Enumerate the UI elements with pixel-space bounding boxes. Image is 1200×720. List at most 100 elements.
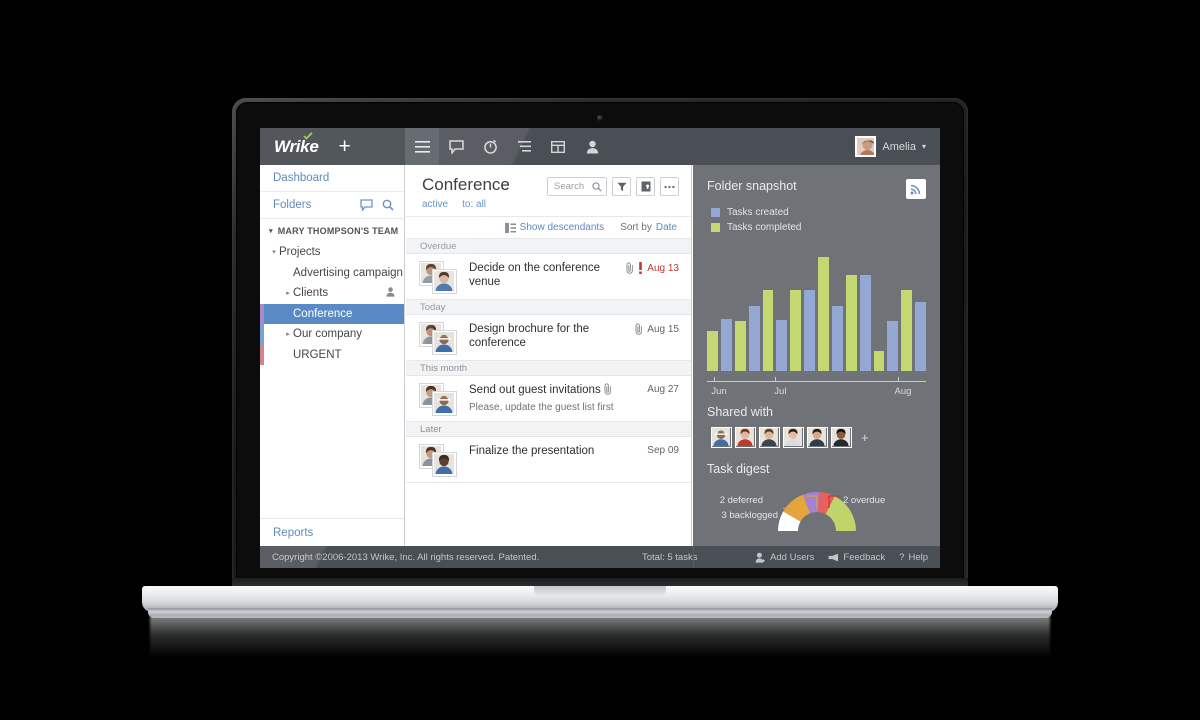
sidebar-item-reports[interactable]: Reports bbox=[260, 518, 404, 546]
avatar[interactable] bbox=[735, 427, 756, 448]
add-button[interactable]: + bbox=[339, 136, 351, 157]
menu-icon[interactable] bbox=[405, 128, 439, 165]
gantt-icon[interactable] bbox=[507, 128, 541, 165]
sidebar-item-conference[interactable]: Conference bbox=[260, 303, 404, 324]
axis-tick bbox=[774, 377, 776, 382]
legend-swatch bbox=[711, 223, 720, 232]
task-group-header: Overdue bbox=[406, 239, 691, 254]
disclosure-icon[interactable]: ▸ bbox=[283, 289, 293, 297]
chevron-down-icon: ▾ bbox=[269, 227, 273, 235]
logo-zone: Wrike + bbox=[260, 128, 405, 165]
sidebar-item-advertising-campaign[interactable]: Advertising campaign bbox=[260, 263, 404, 284]
chart-bar-completed bbox=[790, 289, 802, 371]
chart-legend: Tasks created Tasks completed bbox=[693, 199, 940, 233]
task-title: Send out guest invitations bbox=[469, 383, 647, 399]
rss-icon[interactable] bbox=[906, 179, 926, 199]
attachment-icon bbox=[604, 383, 611, 395]
shared-user-icon bbox=[386, 287, 395, 300]
sidebar-item-label: Conference bbox=[293, 307, 353, 320]
task-row[interactable]: Finalize the presentation Sep 09 bbox=[406, 437, 691, 483]
webcam bbox=[597, 115, 603, 121]
sort-by-value[interactable]: Date bbox=[656, 222, 677, 233]
laptop-scene: Wrike + Amelia ▾ Dashboard Folders ▾ MAR… bbox=[0, 0, 1200, 720]
avatar[interactable] bbox=[783, 427, 804, 448]
task-row[interactable]: Design brochure for the conference Aug 15 bbox=[406, 315, 691, 361]
descendants-icon bbox=[504, 222, 516, 233]
avatar[interactable] bbox=[711, 427, 732, 448]
task-body: Finalize the presentation bbox=[460, 444, 647, 458]
task-due-date: Aug 27 bbox=[647, 384, 679, 395]
chat-icon[interactable] bbox=[439, 128, 473, 165]
user-menu[interactable]: Amelia ▾ bbox=[855, 136, 940, 157]
archive-button[interactable] bbox=[636, 177, 655, 196]
chat-icon[interactable] bbox=[360, 199, 373, 211]
show-descendants-button[interactable]: Show descendants bbox=[504, 222, 605, 233]
list-controls: Show descendants Sort by Date bbox=[406, 217, 691, 239]
avatar[interactable] bbox=[759, 427, 780, 448]
disclosure-icon[interactable]: ▸ bbox=[283, 330, 293, 338]
task-body: Send out guest invitations Please, update… bbox=[460, 383, 647, 414]
task-title: Decide on the conference venue bbox=[469, 262, 601, 288]
sidebar-item-our-company[interactable]: ▸ Our company bbox=[260, 324, 404, 345]
task-group-header: Later bbox=[406, 422, 691, 437]
task-title: Finalize the presentation bbox=[469, 445, 595, 457]
more-button[interactable] bbox=[660, 177, 679, 196]
feedback-label: Feedback bbox=[843, 551, 886, 563]
chart-bar-completed bbox=[818, 257, 829, 371]
add-users-label: Add Users bbox=[770, 551, 815, 563]
task-meta: Sep 09 bbox=[647, 444, 679, 456]
folder-color-strip bbox=[260, 324, 264, 345]
sidebar-item-dashboard[interactable]: Dashboard bbox=[260, 165, 404, 192]
task-row[interactable]: Send out guest invitations Please, update… bbox=[406, 376, 691, 422]
total-tasks: Total: 5 tasks bbox=[642, 551, 698, 563]
add-shared-user-button[interactable]: + bbox=[861, 430, 869, 445]
timer-icon[interactable] bbox=[473, 128, 507, 165]
search-icon bbox=[592, 181, 602, 192]
sidebar-item-projects[interactable]: ▾ Projects bbox=[260, 242, 404, 263]
legend-swatch bbox=[711, 208, 720, 217]
search-icon[interactable] bbox=[382, 199, 394, 211]
help-button[interactable]: ? Help bbox=[899, 552, 928, 563]
add-users-button[interactable]: Add Users bbox=[755, 552, 814, 563]
chart-bar-created bbox=[887, 321, 899, 371]
question-mark-icon: ? bbox=[899, 551, 905, 563]
app-screen: Wrike + Amelia ▾ Dashboard Folders ▾ MAR… bbox=[260, 128, 940, 568]
sidebar-item-urgent[interactable]: URGENT bbox=[260, 344, 404, 365]
filter-button[interactable] bbox=[612, 177, 631, 196]
table-icon[interactable] bbox=[541, 128, 575, 165]
filter-assignee[interactable]: to: all bbox=[462, 199, 486, 210]
avatar[interactable] bbox=[831, 427, 852, 448]
avatar[interactable] bbox=[807, 427, 828, 448]
wrike-logo[interactable]: Wrike bbox=[274, 131, 319, 157]
filter-icon bbox=[617, 182, 626, 191]
disclosure-icon[interactable]: ▾ bbox=[269, 248, 279, 256]
assignee-avatars bbox=[420, 262, 460, 293]
filter-active[interactable]: active bbox=[422, 199, 448, 210]
person-icon[interactable] bbox=[575, 128, 609, 165]
sort-by-control[interactable]: Sort by Date bbox=[620, 222, 677, 233]
chart-ticks bbox=[707, 377, 926, 382]
task-digest-gauge: 2 deferred 2 overdue 3 backlogged bbox=[693, 482, 940, 544]
sidebar-item-clients[interactable]: ▸ Clients bbox=[260, 283, 404, 304]
search-input[interactable]: Search bbox=[547, 177, 607, 196]
sidebar-item-label: Dashboard bbox=[273, 172, 330, 184]
list-actions: Search bbox=[547, 177, 679, 196]
team-header[interactable]: ▾ MARY THOMPSON'S TEAM bbox=[260, 219, 404, 242]
sort-by-label: Sort by bbox=[620, 222, 652, 233]
task-description: Please, update the guest list first bbox=[469, 402, 614, 413]
show-descendants-label: Show descendants bbox=[519, 222, 605, 233]
legend-label: Tasks created bbox=[727, 207, 789, 218]
chart-bar-completed bbox=[762, 289, 774, 371]
digest-label-deferred: 2 deferred bbox=[719, 495, 763, 506]
folder-color-strip bbox=[260, 303, 264, 324]
feedback-button[interactable]: Feedback bbox=[828, 552, 885, 563]
avatar bbox=[433, 453, 456, 476]
chevron-down-icon: ▾ bbox=[921, 142, 926, 151]
sidebar-item-label: Projects bbox=[279, 246, 321, 259]
task-row[interactable]: Decide on the conference venue Aug 13 bbox=[406, 254, 691, 300]
legend-item: Tasks completed bbox=[711, 222, 940, 233]
megaphone-icon bbox=[829, 553, 839, 561]
task-title: Design brochure for the conference bbox=[469, 323, 590, 349]
sidebar-item-folders[interactable]: Folders bbox=[260, 192, 404, 219]
chart-bar-created bbox=[831, 306, 843, 371]
